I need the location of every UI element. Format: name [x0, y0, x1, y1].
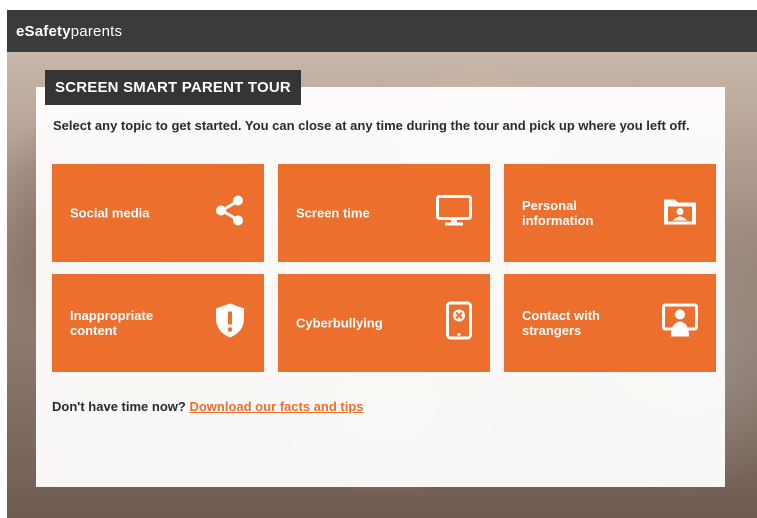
footer-prompt: Don't have time now? Download our facts …: [52, 399, 364, 414]
person-screen-icon: [662, 303, 698, 343]
topic-tile-cyberbullying[interactable]: Cyberbullying: [278, 274, 490, 372]
esafety-parents-logo[interactable]: eSafetyparents: [16, 23, 122, 40]
topic-tile-contact-with-strangers[interactable]: Contact with strangers: [504, 274, 716, 372]
topic-tile-screen-time[interactable]: Screen time: [278, 164, 490, 262]
topic-label: Cyberbullying: [296, 315, 383, 331]
phone-block-icon: [446, 301, 472, 345]
tour-title: SCREEN SMART PARENT TOUR: [45, 70, 301, 105]
monitor-icon: [436, 195, 472, 232]
folder-person-icon: [662, 195, 698, 232]
topic-tile-personal-information[interactable]: Personal information: [504, 164, 716, 262]
topic-label: Inappropriate content: [70, 308, 154, 338]
topic-label: Screen time: [296, 205, 370, 221]
topic-label: Personal information: [522, 198, 594, 228]
footer-prompt-text: Don't have time now?: [52, 399, 186, 414]
topic-label: Social media: [70, 205, 150, 221]
top-bar: eSafetyparents: [7, 10, 757, 52]
topic-label: Contact with strangers: [522, 308, 600, 338]
topic-tile-social-media[interactable]: Social media: [52, 164, 264, 262]
share-icon: [214, 195, 246, 232]
topic-tile-inappropriate-content[interactable]: Inappropriate content: [52, 274, 264, 372]
tour-intro-text: Select any topic to get started. You can…: [53, 118, 690, 133]
download-facts-link[interactable]: Download our facts and tips: [189, 399, 363, 414]
shield-alert-icon: [214, 303, 246, 344]
